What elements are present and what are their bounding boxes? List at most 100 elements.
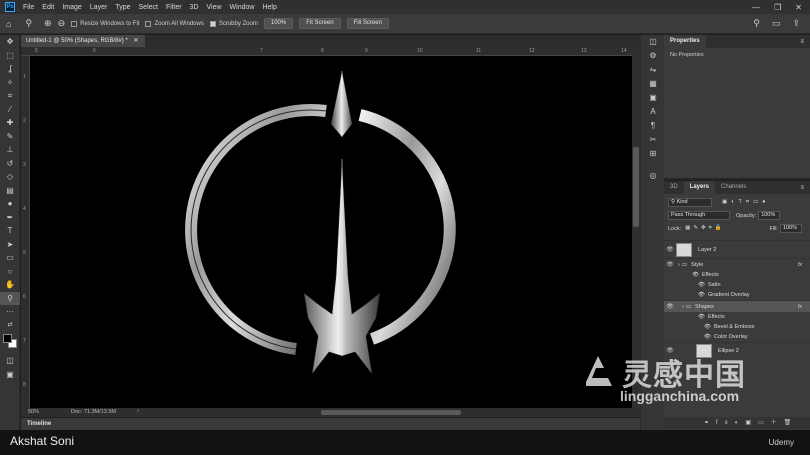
color-swatches[interactable] (0, 332, 19, 354)
ellipse-tool-icon[interactable]: ○ (0, 265, 20, 279)
libraries-panel-icon[interactable]: ⇋ (641, 63, 665, 77)
effect-row[interactable]: 👁 Gradient Overlay (664, 290, 810, 300)
close-tab-icon[interactable]: ✕ (133, 38, 138, 44)
zoom-level[interactable]: 50% (28, 409, 39, 415)
chevron-down-icon[interactable]: › (678, 262, 680, 268)
filter-kind-select[interactable]: ⚲ Kind (668, 198, 712, 207)
dodge-tool-icon[interactable]: ● (0, 197, 20, 211)
panel-menu-icon[interactable]: ≡ (800, 185, 810, 191)
menu-3d[interactable]: 3D (186, 4, 203, 11)
crop-tool-icon[interactable]: ⌗ (0, 89, 20, 103)
effect-row[interactable]: 👁 Bevel & Emboss (664, 322, 810, 332)
layer-row-selected[interactable]: 👁 › ▭ Shapes fx (664, 300, 810, 312)
scrubby-zoom-checkbox[interactable] (209, 20, 216, 27)
vertical-scrollbar-thumb[interactable] (633, 147, 639, 227)
path-selection-tool-icon[interactable]: ➤ (0, 238, 20, 252)
visibility-eye-icon[interactable]: 👁 (664, 303, 676, 310)
tab-3d[interactable]: 3D (664, 181, 684, 194)
fx-badge[interactable]: fx (798, 304, 802, 310)
chevron-down-icon[interactable]: › (682, 304, 684, 310)
resize-windows-checkbox[interactable] (71, 20, 78, 27)
filter-icons[interactable]: ▣◐T⌗▭● (722, 199, 770, 206)
zoom-out-icon[interactable]: ⊖ (58, 18, 66, 29)
move-tool-icon[interactable]: ✥ (0, 35, 20, 49)
effects-row[interactable]: 👁 Effects (664, 270, 810, 280)
menu-filter[interactable]: Filter (162, 4, 186, 11)
character-panel-icon[interactable]: A (641, 105, 665, 119)
menu-type[interactable]: Type (111, 4, 134, 11)
close-icon[interactable]: ✕ (795, 3, 802, 12)
zoom-all-option[interactable]: Zoom All Windows (145, 20, 204, 27)
fill-input[interactable]: 100% (780, 224, 802, 233)
tab-properties[interactable]: Properties (664, 35, 706, 48)
scrubby-zoom-option[interactable]: Scrubby Zoom (209, 20, 258, 27)
effect-row[interactable]: 👁 Satin (664, 280, 810, 290)
more-tools-icon[interactable]: ··· (0, 305, 20, 319)
adjustments-panel-icon[interactable]: ⚙ (641, 49, 665, 63)
menu-file[interactable]: File (19, 4, 38, 11)
effect-row[interactable]: 👁 Color Overlay (664, 332, 810, 342)
menu-layer[interactable]: Layer (86, 4, 112, 11)
minimize-icon[interactable]: — (752, 3, 760, 12)
healing-brush-tool-icon[interactable]: ✚ (0, 116, 20, 130)
swatches-panel-icon[interactable]: ▦ (641, 77, 665, 91)
menu-help[interactable]: Help (258, 4, 280, 11)
search-icon[interactable]: ⚲ (753, 18, 760, 29)
menu-image[interactable]: Image (58, 4, 85, 11)
tab-layers[interactable]: Layers (683, 181, 716, 194)
layer-row[interactable]: 👁 Layer 2 (664, 240, 810, 258)
restore-icon[interactable]: ❐ (774, 3, 781, 12)
menu-select[interactable]: Select (135, 4, 162, 11)
timeline-panel[interactable]: Timeline (21, 418, 640, 430)
document-tab[interactable]: Untitled-1 @ 50% (Shapes, RGB/8#) * ✕ (21, 35, 146, 47)
layers-strip-icon[interactable]: ◎ (641, 169, 665, 183)
effects-row[interactable]: 👁 Effects (664, 312, 810, 322)
layer-row[interactable]: 👁 Ellipse 2 (664, 342, 810, 358)
visibility-eye-icon[interactable]: 👁 (664, 246, 676, 253)
styles-panel-icon[interactable]: ▣ (641, 91, 665, 105)
home-icon[interactable]: ⌂ (6, 19, 11, 29)
resize-windows-option[interactable]: Resize Windows to Fit (71, 20, 139, 27)
visibility-eye-icon[interactable]: 👁 (704, 324, 711, 330)
fx-badge[interactable]: fx (798, 262, 802, 268)
blend-mode-select[interactable]: Pass Through (668, 211, 730, 220)
layers-footer-icons[interactable]: ⚭fx◐▣▭＋🗑 (664, 417, 810, 429)
tools-panel-icon[interactable]: ✂ (641, 133, 665, 147)
tab-channels[interactable]: Channels (715, 181, 752, 194)
layer-row[interactable]: 👁 › ▭ Style fx (664, 258, 810, 270)
menu-edit[interactable]: Edit (38, 4, 58, 11)
visibility-eye-icon[interactable]: 👁 (698, 314, 705, 320)
screen-mode-icon[interactable]: ▣ (0, 368, 20, 382)
lasso-tool-icon[interactable]: ʆ (0, 62, 20, 76)
lock-icons[interactable]: ▦✎✥⌗🔒 (685, 225, 724, 232)
share-icon[interactable]: ⇪ (792, 18, 800, 29)
visibility-eye-icon[interactable]: 👁 (664, 347, 676, 354)
rectangle-tool-icon[interactable]: ▭ (0, 251, 20, 265)
swap-colors-icon[interactable]: ⇄ (0, 319, 20, 333)
visibility-eye-icon[interactable]: 👁 (704, 334, 711, 340)
visibility-eye-icon[interactable]: 👁 (698, 292, 705, 298)
menu-window[interactable]: Window (226, 4, 259, 11)
fill-screen-button[interactable]: Fill Screen (346, 18, 389, 29)
marquee-tool-icon[interactable]: ⬚ (0, 49, 20, 63)
zoom-all-checkbox[interactable] (145, 20, 152, 27)
opacity-input[interactable]: 100% (758, 211, 781, 220)
zoom-tool-icon[interactable]: ⚲ (0, 291, 20, 305)
zoom-tool-icon[interactable]: ⚲ (25, 18, 32, 29)
visibility-eye-icon[interactable]: 👁 (692, 272, 699, 278)
status-menu-arrow-icon[interactable]: › (137, 408, 139, 414)
fit-screen-button[interactable]: Fit Screen (299, 18, 341, 29)
zoom-100-button[interactable]: 100% (263, 18, 294, 29)
menu-view[interactable]: View (203, 4, 226, 11)
workspace-icon[interactable]: ▭ (772, 18, 781, 29)
document-canvas[interactable] (30, 56, 632, 408)
history-panel-icon[interactable]: ◫ (641, 35, 665, 49)
paragraph-panel-icon[interactable]: ¶ (641, 119, 665, 133)
history-brush-tool-icon[interactable]: ↺ (0, 157, 20, 171)
pen-tool-icon[interactable]: ✒ (0, 211, 20, 225)
eraser-tool-icon[interactable]: ◇ (0, 170, 20, 184)
quick-mask-icon[interactable]: ◫ (0, 354, 20, 368)
clone-stamp-tool-icon[interactable]: ⊥ (0, 143, 20, 157)
zoom-in-icon[interactable]: ⊕ (44, 18, 52, 29)
type-tool-icon[interactable]: T (0, 224, 20, 238)
